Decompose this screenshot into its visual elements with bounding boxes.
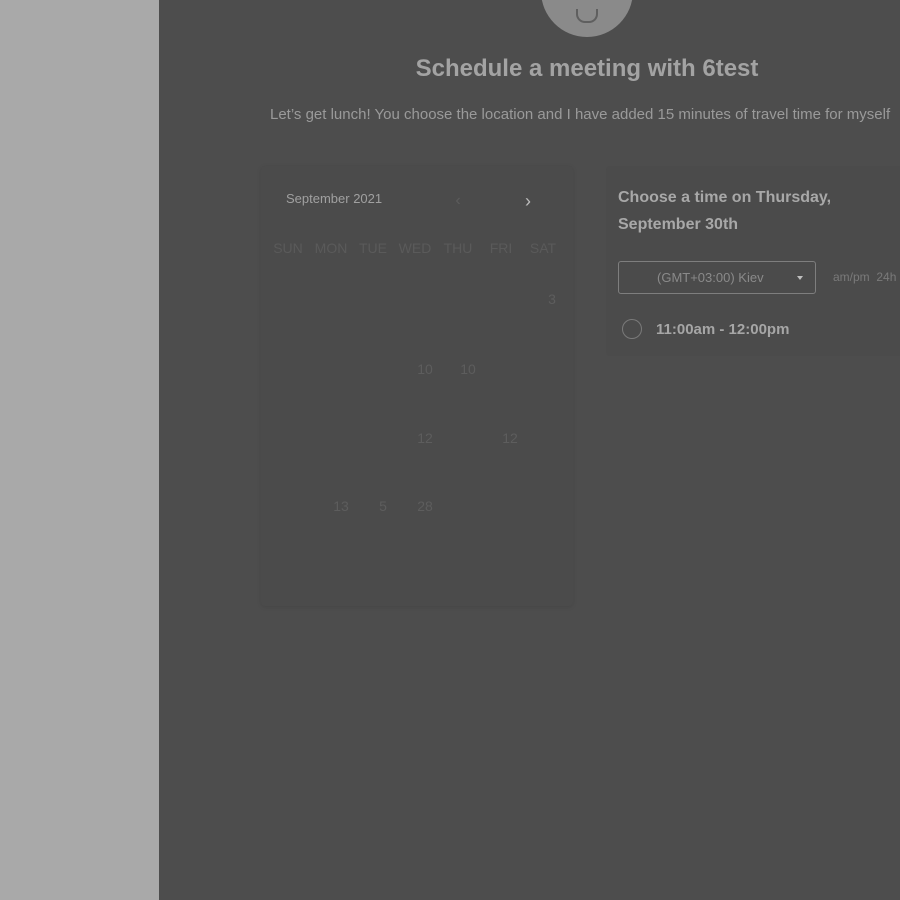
chevron-left-icon[interactable]: ‹ [451, 192, 465, 210]
time-picker-heading: Choose a time on Thursday, September 30t… [618, 184, 878, 238]
weekday-thu: THU [443, 240, 473, 256]
slot-radio[interactable] [622, 319, 642, 339]
weekday-header: SUN MON TUE WED THU FRI SAT [261, 240, 573, 260]
calendar-day: 12 [502, 430, 518, 446]
calendar-month-label: September 2021 [286, 191, 383, 206]
booking-page: Schedule a meeting with 6test Let’s get … [0, 0, 900, 900]
calendar-day: 10 [417, 361, 433, 377]
timezone-select[interactable]: (GMT+03:00) Kiev [618, 261, 816, 294]
weekday-fri: FRI [489, 240, 513, 256]
weekday-wed: WED [398, 240, 432, 256]
calendar: September 2021 ‹ › SUN MON TUE WED THU F… [261, 166, 573, 606]
page-title: Schedule a meeting with 6test [415, 55, 759, 82]
user-icon [576, 9, 598, 23]
format-24h-option[interactable]: 24h [876, 270, 896, 284]
time-format-toggle: am/pm 24h [833, 270, 896, 284]
time-picker: Choose a time on Thursday, September 30t… [606, 166, 900, 356]
avatar [541, 0, 633, 37]
calendar-day: 10 [460, 361, 476, 377]
calendar-day: 28 [417, 498, 433, 514]
main-content: Schedule a meeting with 6test Let’s get … [159, 0, 900, 900]
weekday-sun: SUN [273, 240, 303, 256]
timezone-value: (GMT+03:00) Kiev [657, 270, 764, 285]
meeting-description: Let’s get lunch! You choose the location… [270, 106, 891, 123]
weekday-mon: MON [314, 240, 348, 256]
weekday-tue: TUE [359, 240, 387, 256]
calendar-day: 5 [379, 498, 387, 514]
calendar-day: 13 [333, 498, 349, 514]
time-heading-line1: Choose a time on Thursday, [618, 189, 832, 206]
caret-down-icon [797, 276, 803, 280]
time-heading-line2: September 30th [618, 216, 739, 233]
calendar-day: 12 [417, 430, 433, 446]
weekday-sat: SAT [529, 240, 557, 256]
chevron-right-icon[interactable]: › [521, 192, 535, 210]
format-ampm-option[interactable]: am/pm [833, 270, 870, 284]
time-slot[interactable]: 11:00am - 12:00pm [622, 316, 789, 342]
time-slot-label: 11:00am - 12:00pm [656, 320, 790, 338]
calendar-day: 3 [548, 291, 556, 307]
left-sidebar [0, 0, 159, 900]
